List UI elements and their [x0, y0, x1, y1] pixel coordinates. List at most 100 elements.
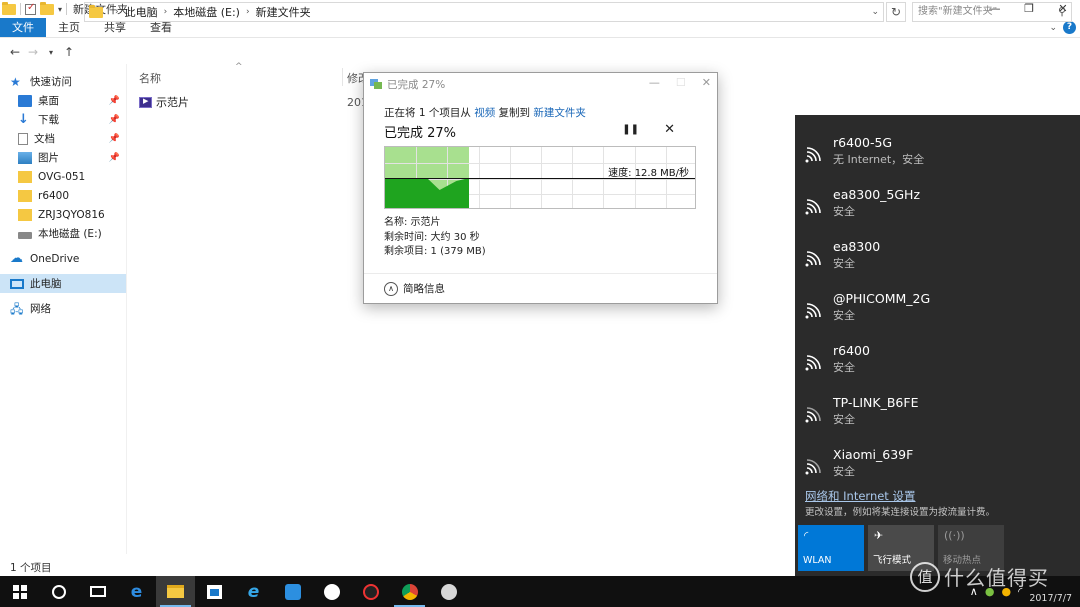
minimize-button[interactable]: —: [649, 76, 660, 89]
nav-quick-access[interactable]: ★ 快速访问: [0, 72, 126, 91]
search-placeholder: 搜索"新建文件夹": [918, 6, 998, 17]
breadcrumb-drive-e[interactable]: 本地磁盘 (E:): [173, 4, 240, 20]
breadcrumb-this-pc[interactable]: 此电脑: [125, 4, 158, 20]
search-icon: ⚲: [1057, 5, 1066, 18]
copy-progress-dialog: 已完成 27% — ☐ ✕ 正在将 1 个项目从 视频 复制到 新建文件夹 已完…: [363, 72, 718, 304]
chevron-right-icon[interactable]: ›: [164, 7, 168, 17]
nav-label: 快速访问: [30, 76, 72, 88]
close-button[interactable]: ✕: [702, 76, 711, 89]
wifi-network-item[interactable]: Xiaomi_639F 安全: [805, 447, 1075, 487]
task-view-icon: [89, 586, 106, 597]
nav-item-ovg-051[interactable]: OVG-051: [0, 167, 126, 186]
nav-item-downloads[interactable]: ↓ 下载 📌: [0, 110, 126, 129]
up-arrow-icon[interactable]: ↑: [60, 45, 78, 59]
forward-arrow-icon[interactable]: →: [24, 45, 42, 59]
percent-row: 已完成 27% ❚❚ ✕: [384, 122, 697, 141]
folder-icon: [18, 170, 32, 183]
back-arrow-icon[interactable]: ←: [6, 45, 24, 59]
nav-label: OVG-051: [38, 170, 86, 183]
pin-icon[interactable]: 📌: [109, 153, 120, 163]
taskbar-edge[interactable]: e: [117, 576, 156, 607]
nav-label: 本地磁盘 (E:): [38, 228, 102, 240]
source-link[interactable]: 视频: [474, 107, 495, 119]
wifi-network-item[interactable]: TP-LINK_B6FE 安全: [805, 395, 1075, 435]
nav-item-drive-e[interactable]: 本地磁盘 (E:): [0, 224, 126, 243]
star-icon: ★: [10, 74, 21, 89]
nav-onedrive[interactable]: ☁ OneDrive: [0, 249, 126, 268]
recent-dropdown-icon[interactable]: ▾: [42, 48, 60, 57]
clock-date[interactable]: 2017/7/7: [1029, 593, 1072, 604]
list-item[interactable]: 示范片: [139, 94, 189, 110]
taskbar-chrome[interactable]: [390, 576, 429, 607]
address-bar[interactable]: › 此电脑 › 本地磁盘 (E:) › 新建文件夹 ⌄: [84, 2, 884, 22]
edge-icon: e: [130, 581, 143, 602]
wifi-network-status: 安全: [833, 465, 855, 478]
airplane-icon: ✈: [874, 529, 884, 542]
destination-link[interactable]: 新建文件夹: [533, 107, 586, 119]
customize-toolbar-dropdown-icon[interactable]: ▾: [58, 5, 62, 14]
tab-file[interactable]: 文件: [0, 18, 46, 37]
breadcrumb-new-folder[interactable]: 新建文件夹: [256, 4, 311, 20]
task-view-button[interactable]: [78, 576, 117, 607]
desktop-icon: [18, 94, 32, 107]
search-input[interactable]: 搜索"新建文件夹" ⚲: [912, 2, 1072, 22]
chevron-down-icon[interactable]: ⌄: [1049, 23, 1057, 33]
taskbar-store[interactable]: [195, 576, 234, 607]
wifi-network-item[interactable]: ea8300_5GHz 安全: [805, 187, 1075, 227]
chevron-down-icon[interactable]: ⌄: [871, 7, 879, 17]
network-settings-link[interactable]: 网络和 Internet 设置: [805, 488, 915, 504]
help-icon[interactable]: ?: [1063, 21, 1076, 34]
start-button[interactable]: [0, 576, 39, 607]
app-icon: [440, 583, 457, 600]
nav-item-desktop[interactable]: 桌面 📌: [0, 91, 126, 110]
wifi-network-status: 安全: [833, 361, 855, 374]
cortana-button[interactable]: [39, 576, 78, 607]
nav-item-zrj3qyo816[interactable]: ZRJ3QYO816: [0, 205, 126, 224]
taskbar-file-explorer[interactable]: [156, 576, 195, 607]
nav-network[interactable]: 🖧 网络: [0, 299, 126, 318]
chevron-right-icon[interactable]: ›: [246, 7, 250, 17]
wifi-network-item[interactable]: @PHICOMM_2G 安全: [805, 291, 1075, 331]
app-icon: [284, 583, 301, 600]
pause-button[interactable]: ❚❚: [622, 124, 639, 135]
nav-label: 桌面: [38, 95, 59, 107]
taskbar-sogou[interactable]: [312, 576, 351, 607]
less-details-toggle[interactable]: ∧ 简略信息: [364, 273, 717, 303]
properties-icon[interactable]: [25, 2, 36, 15]
new-folder-icon[interactable]: [40, 1, 54, 15]
refresh-button[interactable]: ↻: [886, 2, 906, 22]
wifi-signal-icon: [805, 459, 821, 475]
watermark-text: 什么值得买: [944, 566, 1049, 590]
watermark-logo: 值: [910, 562, 940, 592]
column-divider[interactable]: [342, 68, 343, 86]
wifi-network-status: 安全: [833, 309, 855, 322]
nav-this-pc[interactable]: 此电脑: [0, 274, 126, 293]
column-header-name[interactable]: 名称: [139, 70, 161, 86]
wifi-network-item[interactable]: ea8300 安全: [805, 239, 1075, 279]
taskbar-qq[interactable]: [351, 576, 390, 607]
transfer-details: 名称: 示范片 剩余时间: 大约 30 秒 剩余项目: 1 (379 MB): [384, 216, 697, 260]
taskbar-app-blue[interactable]: [273, 576, 312, 607]
windows-logo-icon: [12, 584, 27, 599]
chevron-right-icon[interactable]: ›: [115, 7, 119, 17]
navigation-bar: ← → ▾ ↑: [0, 40, 1080, 64]
wifi-network-item[interactable]: r6400-5G 无 Internet，安全: [805, 135, 1075, 175]
pin-icon[interactable]: 📌: [109, 134, 120, 144]
folder-icon: [2, 1, 16, 15]
wifi-network-item[interactable]: r6400 安全: [805, 343, 1075, 383]
nav-item-pictures[interactable]: 图片 📌: [0, 148, 126, 167]
wifi-network-name: ea8300: [833, 239, 881, 254]
wlan-toggle[interactable]: ◜ WLAN: [798, 525, 864, 571]
taskbar-ie[interactable]: e: [234, 576, 273, 607]
cancel-button[interactable]: ✕: [664, 122, 675, 137]
nav-item-r6400[interactable]: r6400: [0, 186, 126, 205]
file-explorer-icon: [167, 585, 184, 598]
nav-item-documents[interactable]: 文档 📌: [0, 129, 126, 148]
pin-icon[interactable]: 📌: [109, 96, 120, 106]
taskbar-app-misc[interactable]: [429, 576, 468, 607]
chrome-icon: [401, 583, 418, 600]
divider: [20, 3, 21, 15]
less-details-label: 简略信息: [403, 283, 445, 295]
dialog-title-bar: 已完成 27% — ☐ ✕: [364, 73, 717, 95]
pin-icon[interactable]: 📌: [109, 115, 120, 125]
